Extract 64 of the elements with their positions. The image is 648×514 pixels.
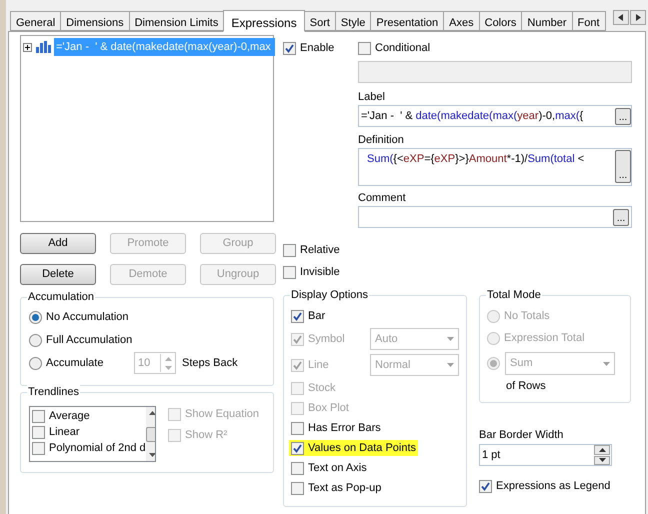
checkmark-icon <box>293 334 302 344</box>
tab[interactable]: Font <box>572 11 606 31</box>
left-arrow-icon <box>618 14 624 21</box>
checkbox[interactable]: Conditional <box>358 40 632 56</box>
bar-chart-icon <box>35 41 51 53</box>
scroll-left-button[interactable] <box>613 10 629 25</box>
tab[interactable]: Sort <box>304 11 336 31</box>
checkbox[interactable]: Invisible <box>283 264 633 280</box>
button[interactable]: Delete <box>20 264 96 285</box>
radio-button[interactable]: Accumulate <box>29 355 134 372</box>
radio-button[interactable]: Full Accumulation <box>29 332 265 348</box>
tab[interactable]: Dimension Limits <box>128 11 224 31</box>
list-item[interactable]: Polynomial of 2nd d <box>32 440 146 456</box>
tab[interactable]: Style <box>334 11 372 31</box>
up-arrow-icon[interactable] <box>148 411 155 415</box>
checkmark-icon <box>293 360 302 370</box>
field-label: Definition <box>358 133 405 147</box>
checkmark-icon <box>293 312 302 320</box>
tab[interactable]: Expressions <box>223 10 305 32</box>
tab[interactable]: General <box>10 11 62 31</box>
expand-icon[interactable] <box>23 42 32 52</box>
scrollbar[interactable] <box>146 407 155 461</box>
tab[interactable]: Axes <box>443 11 480 31</box>
down-arrow-icon[interactable] <box>148 453 155 457</box>
list-item[interactable]: Linear <box>32 424 146 440</box>
caret-icon <box>447 337 454 341</box>
checkbox[interactable]: Values on Data Points <box>289 440 418 456</box>
field-label: Bar Border Width <box>479 428 564 442</box>
checkbox[interactable]: Has Error Bars <box>291 420 381 436</box>
list-item[interactable]: Average <box>32 408 146 424</box>
checkbox[interactable]: Relative <box>283 242 633 258</box>
tab[interactable]: Presentation <box>370 11 444 31</box>
steps-label: Steps Back <box>182 356 238 371</box>
checkmark-icon <box>285 44 294 52</box>
right-arrow-icon <box>635 14 641 21</box>
browse-button[interactable]: ... <box>613 208 629 226</box>
scroll-right-button[interactable] <box>630 10 646 25</box>
scrollbar-thumb[interactable] <box>146 426 155 442</box>
tab[interactable]: Number <box>521 11 573 31</box>
tab[interactable]: Dimensions <box>60 11 130 31</box>
label-field[interactable]: ='Jan - ' & date(makedate(max(year)-0,max({ <box>361 108 615 124</box>
checkbox[interactable]: Enable <box>283 40 358 56</box>
browse-button[interactable]: ... <box>615 108 631 124</box>
definition-field[interactable]: Sum({<eXP={eXP}>}Amount*-1)/Sum(total < <box>367 150 615 168</box>
checkmark-icon <box>481 482 490 490</box>
checkbox[interactable]: Text on Axis <box>291 460 367 476</box>
button[interactable]: Add <box>20 233 96 254</box>
comment-field[interactable]: ... <box>358 206 632 228</box>
checkmark-icon <box>293 444 302 452</box>
checkbox[interactable]: Text as Pop-up <box>291 480 382 496</box>
checkbox[interactable]: Expressions as Legend <box>479 478 631 494</box>
radio-button[interactable]: No Accumulation <box>29 309 265 325</box>
group-title: Display Options <box>290 288 370 302</box>
tab[interactable]: Colors <box>478 11 522 31</box>
field-label: Label <box>358 90 386 104</box>
rows-label: of Rows <box>505 379 547 394</box>
caret-icon <box>603 362 610 366</box>
caret-icon <box>447 363 454 367</box>
radio-button[interactable] <box>487 356 500 372</box>
border-width-spinner[interactable]: 1 pt <box>479 444 612 466</box>
field-label: Comment <box>358 191 407 205</box>
browse-button[interactable]: ... <box>615 150 631 183</box>
trendline-list[interactable]: Average Linear Polynomial of 2nd d <box>29 406 156 462</box>
checkbox[interactable]: Bar <box>291 308 326 324</box>
